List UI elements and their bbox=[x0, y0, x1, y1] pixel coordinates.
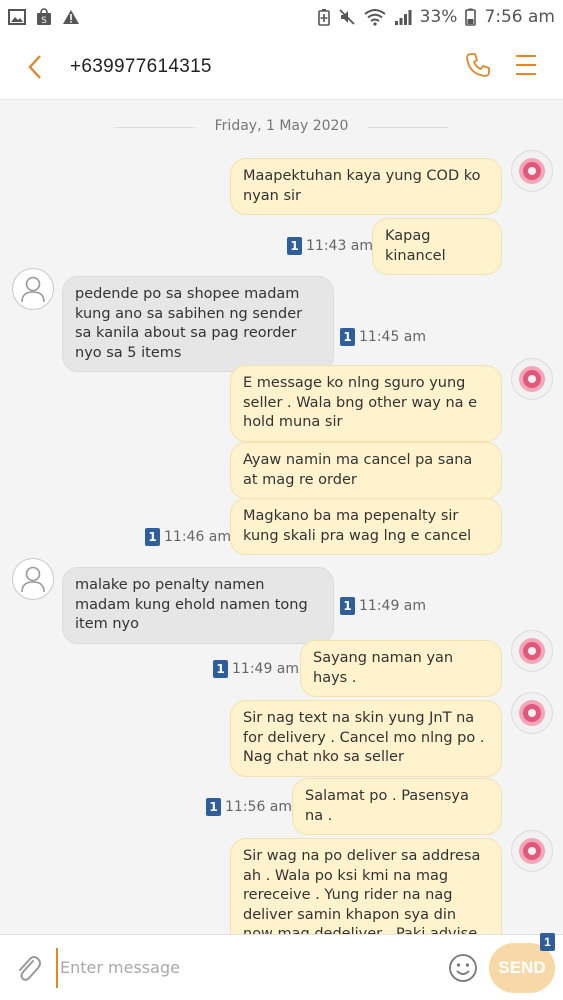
message-text: Magkano ba ma pepenalty sir kung skali p… bbox=[243, 508, 472, 544]
emoji-button[interactable] bbox=[441, 946, 485, 990]
my-avatar[interactable] bbox=[511, 630, 553, 672]
outgoing-message[interactable]: Salamat po . Pasensya na . bbox=[292, 778, 502, 835]
message-text: Kapag kinancel bbox=[385, 228, 446, 264]
shopee-icon: S bbox=[36, 8, 52, 26]
send-label: SEND bbox=[498, 957, 546, 977]
menu-icon bbox=[516, 54, 536, 75]
sim-badge: 1 bbox=[287, 237, 302, 255]
person-icon bbox=[21, 566, 45, 593]
message-meta: 1 11:43 am bbox=[287, 237, 373, 255]
donut-avatar-icon bbox=[519, 838, 545, 864]
svg-text:S: S bbox=[41, 16, 47, 26]
message-text: Sir nag text na skin yung JnT na for del… bbox=[243, 710, 485, 765]
compose-bar: SEND 1 bbox=[0, 932, 563, 1000]
incoming-message[interactable]: pedende po sa shopee madam kung ano sa s… bbox=[62, 276, 334, 372]
message-text: Ayaw namin ma cancel pa sana at mag re o… bbox=[243, 452, 473, 488]
donut-avatar-icon bbox=[519, 638, 545, 664]
outgoing-message[interactable]: E message ko nlng sguro yung seller . Wa… bbox=[230, 365, 502, 442]
outgoing-message[interactable]: Sir nag text na skin yung JnT na for del… bbox=[230, 700, 502, 777]
back-button[interactable] bbox=[0, 34, 70, 100]
message-text: Salamat po . Pasensya na . bbox=[305, 788, 469, 824]
outgoing-message[interactable]: Magkano ba ma pepenalty sir kung skali p… bbox=[230, 498, 502, 555]
sim-badge: 1 bbox=[540, 932, 555, 951]
donut-avatar-icon bbox=[519, 366, 545, 392]
outgoing-message[interactable]: Maapektuhan kaya yung COD ko nyan sir bbox=[230, 158, 502, 215]
battery-saver-icon bbox=[317, 8, 330, 26]
outgoing-message[interactable]: Ayaw namin ma cancel pa sana at mag re o… bbox=[230, 442, 502, 499]
wifi-icon bbox=[364, 8, 386, 26]
message-time: 11:46 am bbox=[164, 529, 232, 545]
message-time: 11:49 am bbox=[232, 661, 300, 677]
sim-badge: 1 bbox=[213, 660, 228, 678]
outgoing-message[interactable]: Kapag kinancel bbox=[372, 218, 502, 275]
message-text: Sir wag na po deliver sa addresa ah . Wa… bbox=[243, 848, 481, 934]
contact-avatar[interactable] bbox=[12, 558, 54, 600]
back-arrow-icon bbox=[28, 54, 41, 79]
attach-button[interactable] bbox=[0, 935, 56, 1000]
menu-button[interactable] bbox=[515, 53, 537, 81]
message-input[interactable] bbox=[56, 947, 441, 988]
sim-badge: 1 bbox=[145, 528, 160, 546]
status-bar: S 33% 7:56 am bbox=[0, 0, 563, 34]
donut-avatar-icon bbox=[519, 700, 545, 726]
sim-badge: 1 bbox=[340, 597, 355, 615]
message-text: Maapektuhan kaya yung COD ko nyan sir bbox=[243, 168, 481, 204]
message-meta: 1 11:45 am bbox=[340, 328, 426, 346]
message-text: E message ko nlng sguro yung seller . Wa… bbox=[243, 375, 478, 430]
message-text: malake po penalty namen madam kung ehold… bbox=[75, 577, 308, 632]
message-time: 11:49 am bbox=[359, 598, 427, 614]
sim-badge: 1 bbox=[206, 798, 221, 816]
conversation-header: +639977614315 bbox=[0, 34, 563, 100]
my-avatar[interactable] bbox=[511, 692, 553, 734]
contact-avatar[interactable] bbox=[12, 268, 54, 310]
gallery-icon bbox=[8, 9, 26, 25]
message-time: 11:56 am bbox=[225, 799, 293, 815]
message-meta: 1 11:49 am bbox=[340, 597, 426, 615]
outgoing-message[interactable]: Sayang naman yan hays . bbox=[300, 640, 502, 697]
incoming-message[interactable]: malake po penalty namen madam kung ehold… bbox=[62, 567, 334, 644]
battery-icon bbox=[465, 8, 477, 26]
person-icon bbox=[21, 276, 45, 303]
message-meta: 1 11:46 am bbox=[145, 528, 231, 546]
outgoing-message[interactable]: Sir wag na po deliver sa addresa ah . Wa… bbox=[230, 838, 502, 934]
donut-avatar-icon bbox=[519, 158, 545, 184]
message-list[interactable]: Friday, 1 May 2020 Maapektuhan kaya yung… bbox=[0, 100, 563, 934]
contact-number[interactable]: +639977614315 bbox=[70, 56, 212, 78]
call-button[interactable] bbox=[465, 52, 491, 82]
message-time: 11:43 am bbox=[306, 238, 374, 254]
send-button[interactable]: SEND 1 bbox=[489, 932, 555, 993]
message-meta: 1 11:56 am bbox=[206, 798, 292, 816]
date-separator: Friday, 1 May 2020 bbox=[0, 118, 563, 134]
my-avatar[interactable] bbox=[511, 150, 553, 192]
my-avatar[interactable] bbox=[511, 830, 553, 872]
smiley-icon bbox=[449, 953, 477, 982]
mute-icon bbox=[338, 8, 356, 26]
signal-icon bbox=[394, 8, 412, 26]
battery-percent: 33% bbox=[419, 7, 458, 27]
warning-icon bbox=[62, 9, 80, 25]
paperclip-icon bbox=[19, 955, 41, 981]
phone-icon bbox=[466, 52, 490, 77]
message-time: 11:45 am bbox=[359, 329, 427, 345]
message-meta: 1 11:49 am bbox=[213, 660, 299, 678]
sim-badge: 1 bbox=[340, 328, 355, 346]
message-text: pedende po sa shopee madam kung ano sa s… bbox=[75, 286, 303, 361]
status-time: 7:56 am bbox=[484, 7, 555, 27]
my-avatar[interactable] bbox=[511, 358, 553, 400]
message-text: Sayang naman yan hays . bbox=[313, 650, 454, 686]
